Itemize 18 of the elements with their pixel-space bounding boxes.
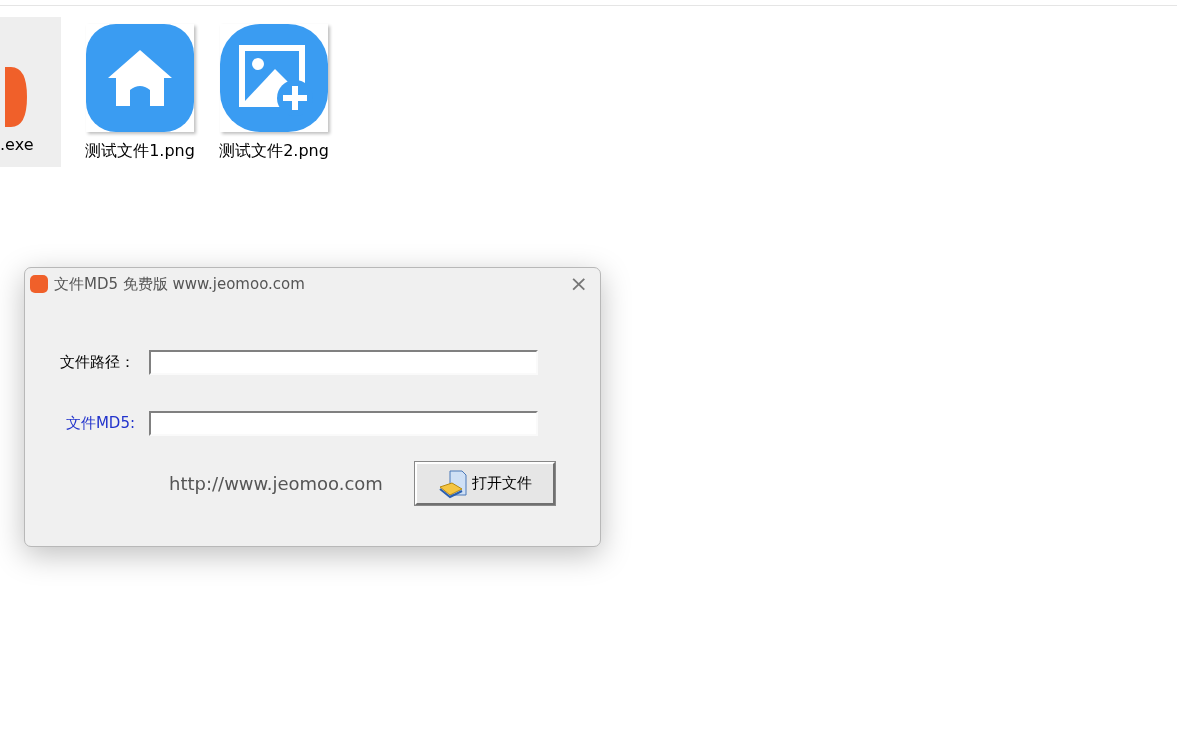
close-button[interactable]: × <box>569 273 588 295</box>
home-icon <box>86 24 194 132</box>
text-field[interactable] <box>149 350 538 375</box>
file-item[interactable]: .exe <box>0 17 61 167</box>
file-item[interactable]: 测试文件2.png <box>219 17 329 163</box>
image-add-icon <box>220 24 328 132</box>
text-field[interactable] <box>149 411 538 436</box>
file-name: 测试文件1.png <box>85 140 195 162</box>
field-label: 文件路径： <box>59 352 136 374</box>
app-icon <box>30 275 48 293</box>
file-name: .exe <box>0 134 34 156</box>
file-open-icon <box>437 468 468 499</box>
open-file-button[interactable]: 打开文件 <box>414 462 555 505</box>
window-title: 文件MD5 免费版 www.jeomoo.com <box>54 273 305 295</box>
file-item[interactable]: 测试文件1.png <box>85 17 195 163</box>
file-name: 测试文件2.png <box>219 140 329 162</box>
website-link[interactable]: http://www.jeomoo.com <box>169 470 383 497</box>
field-label: 文件MD5: <box>64 413 136 435</box>
